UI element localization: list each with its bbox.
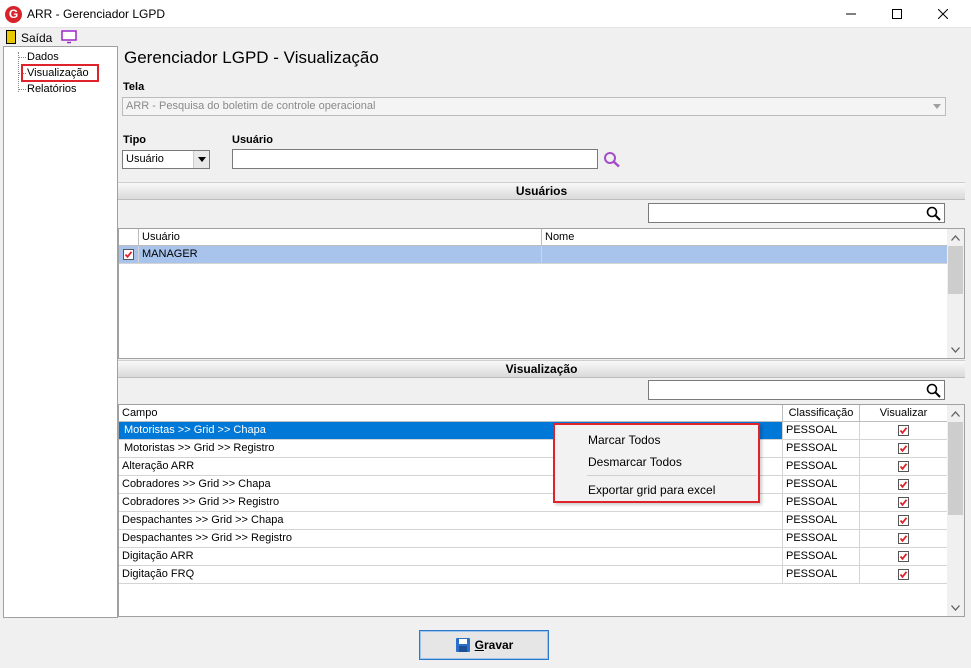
exit-menu-item[interactable]: Saída <box>21 31 52 45</box>
scroll-up-icon[interactable] <box>947 405 964 422</box>
visualizacao-cell-campo[interactable]: Digitação FRQ <box>119 566 783 584</box>
minimize-icon <box>846 13 856 15</box>
vertical-scrollbar[interactable] <box>947 405 964 616</box>
tela-select[interactable]: ARR - Pesquisa do boletim de controle op… <box>122 97 946 116</box>
usuario-input[interactable] <box>232 149 598 169</box>
grid-header-visualizar[interactable]: Visualizar <box>860 405 948 422</box>
save-button-mnemonic: G <box>474 638 484 652</box>
visualizar-checkbox[interactable] <box>898 533 909 544</box>
visualizacao-cell-visualizar[interactable] <box>860 566 948 584</box>
tela-select-value: ARR - Pesquisa do boletim de controle op… <box>126 100 376 112</box>
grid-header-nome[interactable]: Nome <box>542 229 948 246</box>
menu-item-desmarcar-todos[interactable]: Desmarcar Todos <box>588 455 682 469</box>
usuarios-grid[interactable]: Usuário Nome MANAGER <box>118 228 965 359</box>
visualizar-checkbox[interactable] <box>898 569 909 580</box>
scroll-up-icon[interactable] <box>947 229 964 246</box>
chevron-down-icon[interactable] <box>193 151 209 168</box>
tela-label: Tela <box>123 81 145 93</box>
scroll-down-icon[interactable] <box>947 599 964 616</box>
chevron-down-icon[interactable] <box>929 98 945 115</box>
usuario-label: Usuário <box>232 134 273 146</box>
search-icon[interactable] <box>926 206 941 221</box>
visualizacao-cell-classificacao[interactable]: PESSOAL <box>783 476 860 494</box>
visualizacao-cell-visualizar[interactable] <box>860 530 948 548</box>
page-title: Gerenciador LGPD - Visualização <box>124 48 379 67</box>
visualizacao-cell-classificacao[interactable]: PESSOAL <box>783 458 860 476</box>
visualizacao-search-input[interactable] <box>648 380 945 400</box>
visualizacao-cell-visualizar[interactable] <box>860 494 948 512</box>
save-button-label-rest: ravar <box>483 638 514 652</box>
grid-header-classificacao[interactable]: Classificação <box>783 405 860 422</box>
visualizacao-cell-campo[interactable]: Despachantes >> Grid >> Registro <box>119 530 783 548</box>
save-button[interactable]: Gravar <box>419 630 549 660</box>
visualizacao-cell-campo[interactable]: Digitação ARR <box>119 548 783 566</box>
tree-item-dados[interactable]: Dados <box>27 51 59 63</box>
visualizacao-cell-classificacao[interactable]: PESSOAL <box>783 422 860 440</box>
context-menu: Marcar Todos Desmarcar Todos Exportar gr… <box>553 423 760 503</box>
save-button-label: Gravar <box>475 638 514 652</box>
minimize-button[interactable] <box>828 0 874 28</box>
monitor-icon[interactable] <box>61 30 77 44</box>
tipo-select-value: Usuário <box>126 153 164 165</box>
floppy-disk-icon <box>455 638 470 652</box>
scroll-down-icon[interactable] <box>947 341 964 358</box>
tree-item-relatorios[interactable]: Relatórios <box>27 83 77 95</box>
menu-separator <box>587 475 757 476</box>
menu-item-exportar-excel[interactable]: Exportar grid para excel <box>588 483 715 497</box>
visualizar-checkbox[interactable] <box>898 497 909 508</box>
visualizacao-cell-classificacao[interactable]: PESSOAL <box>783 440 860 458</box>
visualizacao-cell-visualizar[interactable] <box>860 422 948 440</box>
visualizacao-grid[interactable]: Campo Classificação Visualizar Motorista… <box>118 404 965 617</box>
visualizacao-cell-campo[interactable]: Despachantes >> Grid >> Chapa <box>119 512 783 530</box>
tipo-label: Tipo <box>123 134 147 146</box>
visualizacao-cell-visualizar[interactable] <box>860 512 948 530</box>
grid-header-check <box>119 229 139 246</box>
visualizacao-cell-visualizar[interactable] <box>860 440 948 458</box>
window-title: ARR - Gerenciador LGPD <box>27 7 166 21</box>
tree-connector <box>18 89 26 90</box>
maximize-button[interactable] <box>874 0 920 28</box>
usuarios-search-input[interactable] <box>648 203 945 223</box>
scroll-thumb[interactable] <box>948 246 963 294</box>
visualizacao-cell-visualizar[interactable] <box>860 458 948 476</box>
tree-connector <box>18 57 26 58</box>
close-button[interactable] <box>920 0 966 28</box>
tipo-select[interactable]: Usuário <box>122 150 210 169</box>
usuarios-cell-nome[interactable] <box>542 246 948 264</box>
grid-header-usuario[interactable]: Usuário <box>139 229 542 246</box>
grid-header-campo[interactable]: Campo <box>119 405 783 422</box>
visualizar-checkbox[interactable] <box>898 425 909 436</box>
visualizacao-cell-classificacao[interactable]: PESSOAL <box>783 548 860 566</box>
visualizacao-cell-classificacao[interactable]: PESSOAL <box>783 494 860 512</box>
usuarios-section-header: Usuários <box>118 182 965 200</box>
navigation-tree: Dados Visualização Relatórios <box>3 46 118 618</box>
maximize-icon <box>892 9 902 19</box>
row-checkbox[interactable] <box>123 249 134 260</box>
app-logo-icon: G <box>5 6 22 23</box>
visualizacao-section-header: Visualização <box>118 360 965 378</box>
usuarios-cell-usuario[interactable]: MANAGER <box>139 246 542 264</box>
visualizar-checkbox[interactable] <box>898 443 909 454</box>
selected-item-highlight <box>21 64 99 82</box>
visualizacao-cell-visualizar[interactable] <box>860 476 948 494</box>
menu-item-marcar-todos[interactable]: Marcar Todos <box>588 433 660 447</box>
tree-connector <box>18 52 19 92</box>
visualizar-checkbox[interactable] <box>898 479 909 490</box>
visualizar-checkbox[interactable] <box>898 551 909 562</box>
close-icon <box>938 9 948 19</box>
exit-door-icon[interactable] <box>6 30 16 44</box>
search-icon[interactable] <box>603 151 621 168</box>
visualizar-checkbox[interactable] <box>898 461 909 472</box>
visualizacao-cell-classificacao[interactable]: PESSOAL <box>783 512 860 530</box>
visualizacao-cell-visualizar[interactable] <box>860 548 948 566</box>
scroll-thumb[interactable] <box>948 422 963 515</box>
visualizacao-cell-classificacao[interactable]: PESSOAL <box>783 530 860 548</box>
row-checkbox-cell[interactable] <box>119 246 139 264</box>
search-icon[interactable] <box>926 383 941 398</box>
visualizacao-cell-classificacao[interactable]: PESSOAL <box>783 566 860 584</box>
visualizar-checkbox[interactable] <box>898 515 909 526</box>
vertical-scrollbar[interactable] <box>947 229 964 358</box>
